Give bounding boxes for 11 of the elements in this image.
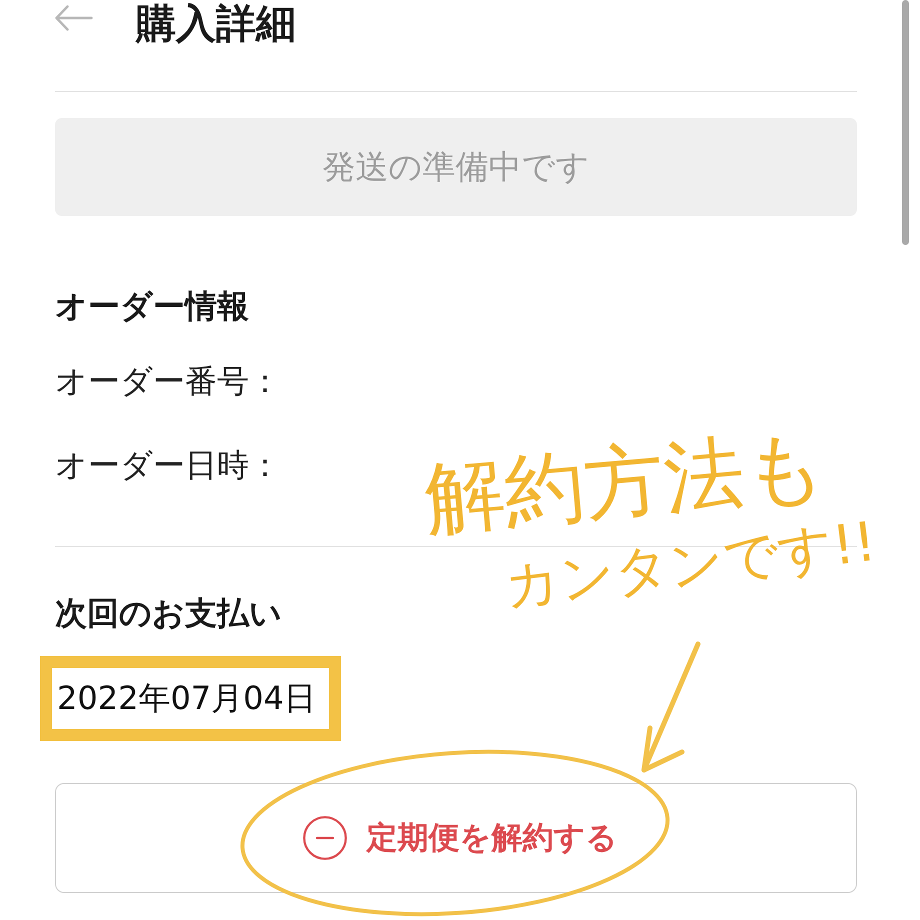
field-label: オーダー番号： [55, 361, 281, 401]
status-text: 発送の準備中です [322, 147, 590, 187]
page-title: 購入詳細 [136, 0, 296, 48]
section-heading: オーダー情報 [55, 286, 249, 326]
scrollbar-thumb[interactable] [902, 0, 909, 245]
section-heading: 次回のお支払い [55, 593, 282, 633]
payment-date: 2022年07月04日 [57, 678, 316, 719]
cancel-subscription-button[interactable]: 定期便を解約する [55, 783, 857, 893]
back-arrow-icon[interactable] [55, 5, 93, 31]
field-label: オーダー日時： [55, 445, 281, 485]
minus-circle-icon [302, 816, 346, 860]
